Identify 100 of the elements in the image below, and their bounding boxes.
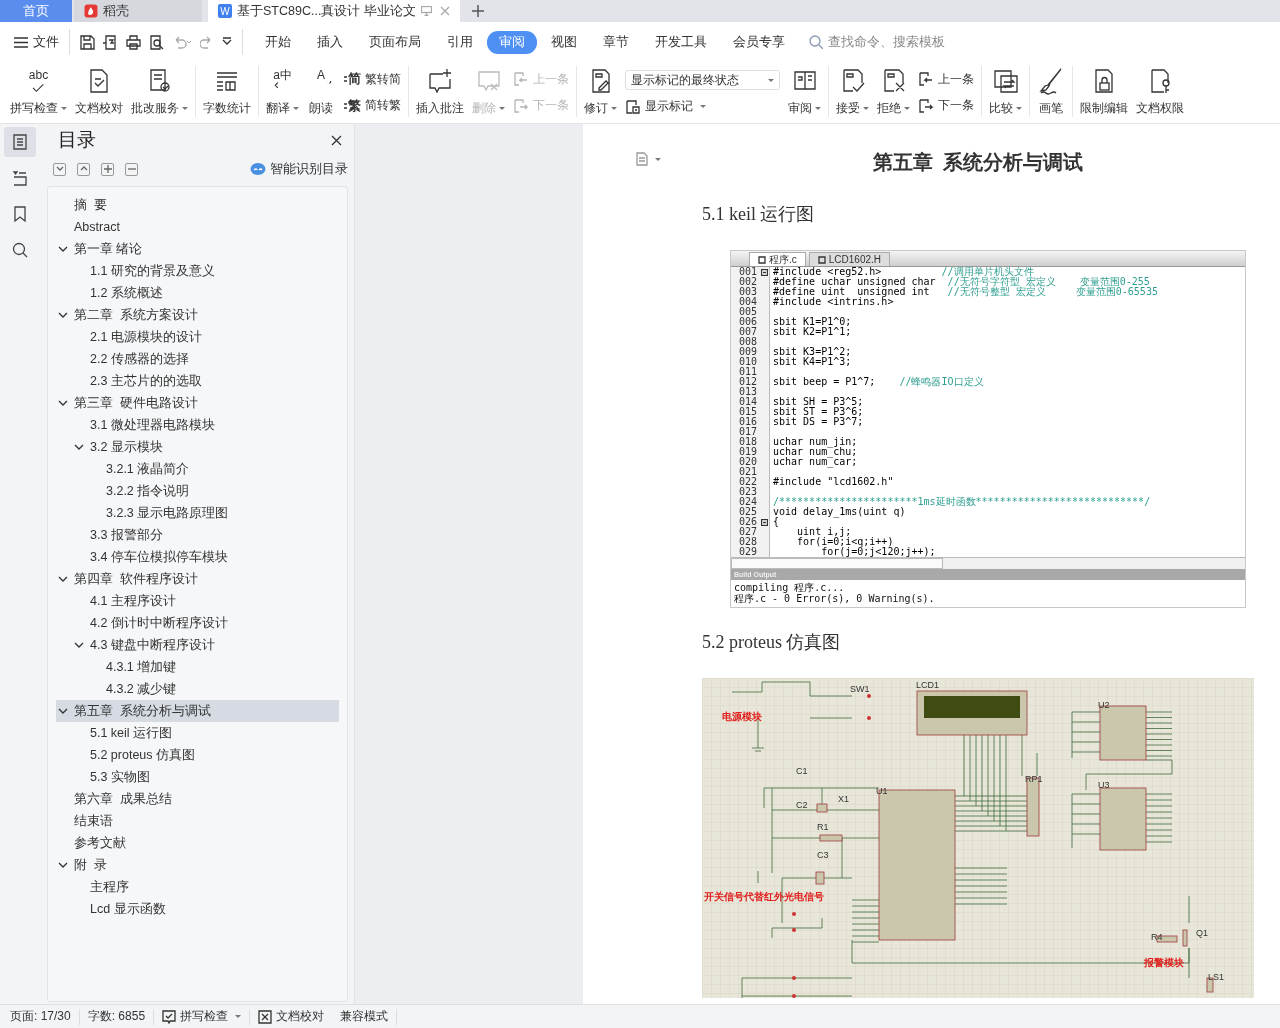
ribbon-button[interactable]: 比较 [985, 62, 1026, 123]
menu-tab[interactable]: 章节 [591, 30, 641, 54]
line-number: 029 [737, 547, 758, 557]
export-icon[interactable] [103, 34, 118, 50]
customize-caret-icon[interactable] [222, 37, 232, 47]
ribbon-button[interactable]: 画笔 [1033, 62, 1069, 123]
ribbon-button[interactable]: 审阅 [784, 62, 825, 123]
sidebar-tab[interactable] [4, 127, 36, 157]
outline-item[interactable]: 3.2.3 显示电路原理图 [56, 502, 339, 524]
outline-item[interactable]: 附 录 [56, 854, 339, 876]
ribbon-button[interactable]: 下一条 [918, 97, 974, 115]
outline-item[interactable]: 3.2.2 指令说明 [56, 480, 339, 502]
outline-item[interactable]: 3.2 显示模块 [56, 436, 339, 458]
outline-item[interactable]: 主程序 [56, 876, 339, 898]
save-icon[interactable] [80, 34, 95, 50]
outline-item[interactable]: 5.2 proteus 仿真图 [56, 744, 339, 766]
outline-item[interactable]: 4.3 键盘中断程序设计 [56, 634, 339, 656]
outline-item[interactable]: 1.2 系统概述 [56, 282, 339, 304]
collapse-all-button[interactable] [53, 162, 66, 176]
fold-icon[interactable] [761, 518, 768, 526]
outline-item[interactable]: 摘 要 [56, 194, 339, 216]
outline-item[interactable]: 第四章 软件程序设计 [56, 568, 339, 590]
ribbon-button[interactable]: 批改服务 [127, 62, 192, 123]
close-icon[interactable] [331, 134, 342, 146]
menu-tab[interactable]: 插入 [305, 30, 355, 54]
editor-tab[interactable]: 程序.c [749, 252, 806, 266]
chevron-icon[interactable] [58, 244, 68, 254]
chevron-icon[interactable] [74, 640, 84, 650]
outline-item[interactable]: 4.3.1 增加键 [56, 656, 339, 678]
chevron-icon[interactable] [58, 310, 68, 320]
outline-item[interactable]: 2.3 主芯片的的选取 [56, 370, 339, 392]
print-icon[interactable] [126, 34, 141, 50]
outline-item[interactable]: 3.4 停车位模拟停车模块 [56, 546, 339, 568]
code-line: sbit beep = P1^7; [773, 377, 877, 387]
chevron-icon[interactable] [58, 860, 68, 870]
ribbon-button[interactable]: 繁 简转繁 [343, 96, 401, 115]
outline-item[interactable]: 4.3.2 减少键 [56, 678, 339, 700]
document-app-icon: W [218, 4, 232, 18]
outline-item[interactable]: Abstract [56, 216, 339, 238]
outline-item[interactable]: 第一章 绪论 [56, 238, 339, 260]
outline-item[interactable]: 第三章 硬件电路设计 [56, 392, 339, 414]
chevron-icon[interactable] [74, 442, 84, 452]
outline-item[interactable]: 第二章 系统方案设计 [56, 304, 339, 326]
outline-item[interactable]: 4.1 主程序设计 [56, 590, 339, 612]
outline-item[interactable]: 参考文献 [56, 832, 339, 854]
ribbon-button[interactable]: 字数统计 [199, 62, 255, 123]
fold-icon[interactable] [761, 268, 768, 276]
ribbon-button[interactable]: 上一条 [918, 70, 974, 88]
chevron-icon[interactable] [58, 398, 68, 408]
remove-heading-button[interactable] [125, 162, 138, 176]
ribbon-button[interactable]: 文档校对 [71, 62, 127, 123]
component-label: C2 [796, 800, 808, 810]
outline-item[interactable]: 4.2 倒计时中断程序设计 [56, 612, 339, 634]
print-preview-icon[interactable] [149, 34, 164, 50]
chevron-icon[interactable] [58, 574, 68, 584]
menu-tab[interactable]: 页面布局 [357, 30, 433, 54]
display-mode-dropdown[interactable]: 显示标记的最终状态 [625, 70, 780, 90]
outline-item[interactable]: 结束语 [56, 810, 339, 832]
menu-tab[interactable]: 会员专享 [721, 30, 797, 54]
outline-item[interactable]: 2.2 传感器的选择 [56, 348, 339, 370]
outline-item[interactable]: 2.1 电源模块的设计 [56, 326, 339, 348]
show-markup-button[interactable]: 显示标记 [625, 98, 780, 115]
page-icon[interactable] [635, 152, 649, 166]
ribbon-button[interactable]: abc 拼写检查 [6, 62, 71, 123]
editor-tab[interactable]: LCD1602.H [808, 252, 891, 266]
outline-item[interactable]: 第五章 系统分析与调试 [56, 700, 339, 722]
menu-tab[interactable]: 视图 [539, 30, 589, 54]
tab[interactable]: 稻壳 [74, 0, 202, 22]
ribbon-button[interactable]: 拒绝 [873, 62, 914, 123]
outline-item[interactable]: 3.3 报警部分 [56, 524, 339, 546]
ribbon-button[interactable]: A 朗读 [303, 62, 339, 123]
outline-item[interactable]: 3.1 微处理器电路模块 [56, 414, 339, 436]
outline-item[interactable]: 5.3 实物图 [56, 766, 339, 788]
search-field[interactable]: 查找命令、搜索模板 [826, 34, 980, 50]
outline-item[interactable]: 第六章 成果总结 [56, 788, 339, 810]
previous-comment-icon [918, 71, 934, 88]
outline-item[interactable]: Lcd 显示函数 [56, 898, 339, 920]
chevron-icon[interactable] [58, 706, 68, 716]
spellcheck-button[interactable]: 拼写检查 [162, 1008, 242, 1025]
menu-tab[interactable]: 引用 [435, 30, 485, 54]
menu-tab[interactable]: 开始 [253, 30, 303, 54]
ribbon-button[interactable]: 简 繁转简 [343, 70, 401, 89]
ribbon-button[interactable]: 修订 [580, 62, 621, 123]
ribbon-button[interactable]: 限制编辑 [1076, 62, 1132, 123]
outline-item[interactable]: 3.2.1 液晶简介 [56, 458, 339, 480]
ribbon-button[interactable]: 文档权限 [1132, 62, 1188, 123]
plus-icon[interactable] [471, 5, 484, 17]
proofread-button[interactable]: 文档校对 [258, 1008, 325, 1025]
expand-all-button[interactable] [77, 162, 90, 176]
ribbon-button[interactable]: 插入批注 [412, 62, 468, 123]
file-menu-button[interactable]: 文件 [14, 31, 59, 53]
add-heading-button[interactable] [101, 162, 114, 176]
component-label: R1 [817, 822, 829, 832]
smart-toc-button[interactable]: 智能识别目录 [250, 160, 348, 178]
ribbon-button[interactable]: a中 翻译 [262, 62, 303, 123]
outline-item[interactable]: 1.1 研究的背景及意义 [56, 260, 339, 282]
outline-item[interactable]: 5.1 keil 运行图 [56, 722, 339, 744]
tab[interactable]: W 基于STC89C...真设计 毕业论文 [208, 0, 460, 22]
menu-tab[interactable]: 开发工具 [643, 30, 719, 54]
ribbon-button[interactable]: 接受 [832, 62, 873, 123]
